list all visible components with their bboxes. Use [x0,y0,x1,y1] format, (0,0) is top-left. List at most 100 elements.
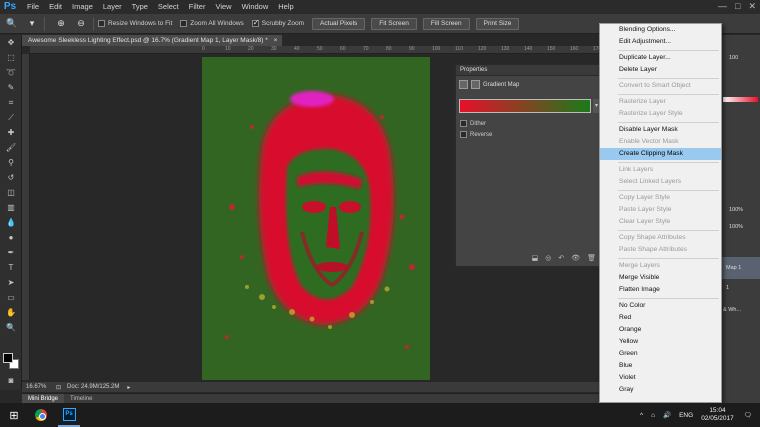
fill-screen-button[interactable]: Fill Screen [422,17,470,30]
context-menu-item[interactable]: Violet [600,372,721,384]
clone-stamp-tool-icon[interactable]: ⚲ [0,155,22,170]
quick-select-tool-icon[interactable]: ✎ [0,80,22,95]
type-tool-icon[interactable]: T [0,260,22,275]
menu-file[interactable]: File [27,0,39,14]
chrome-taskbar-button[interactable] [30,403,52,427]
print-size-button[interactable]: Print Size [475,17,520,30]
eyedropper-tool-icon[interactable]: ⟋ [0,110,22,125]
quick-mask-icon[interactable]: ◙ [0,373,22,388]
menu-edit[interactable]: Edit [49,0,62,14]
close-button[interactable]: ✕ [748,1,756,12]
context-menu-item[interactable]: Orange [600,324,721,336]
context-menu-item[interactable]: Disable Layer Mask [600,124,721,136]
notification-icon[interactable]: 🗨 [744,411,752,419]
zoom-tool-icon[interactable]: 🔍 [4,17,20,31]
move-tool-icon[interactable]: ✥ [0,35,22,50]
layer-label: 1 [726,285,730,291]
minimize-button[interactable]: — [718,1,727,12]
menu-window[interactable]: Window [242,0,269,14]
context-menu-item[interactable]: Duplicate Layer... [600,52,721,64]
context-menu-item[interactable]: Create Clipping Mask [600,148,721,160]
volume-icon[interactable]: 🔊 [663,411,671,419]
fill-field[interactable]: 100% [729,224,743,230]
context-menu-item[interactable]: Blue [600,360,721,372]
tab-timeline[interactable]: Timeline [64,396,98,402]
context-menu-item[interactable]: Gray [600,384,721,396]
pen-tool-icon[interactable]: ✒ [0,245,22,260]
context-menu-item[interactable]: No Color [600,300,721,312]
chevron-up-icon[interactable]: ^ [640,412,643,419]
color-ramp[interactable] [723,97,758,102]
dither-checkbox[interactable]: Dither [460,120,486,127]
crop-tool-icon[interactable]: ⌗ [0,95,22,110]
dodge-tool-icon[interactable]: ● [0,230,22,245]
fit-screen-button[interactable]: Fit Screen [371,17,417,30]
windows-start-icon[interactable]: ⊞ [4,403,24,427]
ruler-tick-label: 160 [570,46,579,52]
menu-view[interactable]: View [215,0,231,14]
chevron-down-icon[interactable]: ▾ [24,17,40,31]
menu-separator [618,189,719,191]
menu-image[interactable]: Image [72,0,93,14]
context-menu-item[interactable]: Yellow [600,336,721,348]
trash-icon[interactable]: 🗑 [587,254,596,262]
export-icon[interactable]: ⊡ [56,384,61,391]
document-tab[interactable]: Awesome Sleekless Lighting Effect.psd @ … [22,35,282,46]
foreground-color-swatch[interactable] [3,353,13,363]
eraser-tool-icon[interactable]: ◫ [0,185,22,200]
language-indicator[interactable]: ENG [679,412,693,419]
network-icon[interactable]: ⌂ [651,412,655,419]
maximize-button[interactable]: □ [735,1,740,12]
context-menu-item[interactable]: Merge Visible [600,272,721,284]
zoom-tool-icon[interactable]: 🔍 [0,320,22,335]
context-menu-item[interactable]: Blending Options... [600,24,721,36]
lasso-tool-icon[interactable]: ➰ [0,65,22,80]
clock[interactable]: 15:04 02/05/2017 [701,407,734,423]
ruler-tick-label: 70 [363,46,369,52]
healing-brush-tool-icon[interactable]: ✚ [0,125,22,140]
marquee-tool-icon[interactable]: ⬚ [0,50,22,65]
selected-layer-row[interactable]: Map 1 [722,257,760,279]
zoom-level[interactable]: 16.67% [26,384,56,390]
path-selection-tool-icon[interactable]: ➤ [0,275,22,290]
zoom-in-icon[interactable]: ⊕ [53,17,69,31]
history-brush-tool-icon[interactable]: ↺ [0,170,22,185]
context-menu-item[interactable]: Edit Adjustment... [600,36,721,48]
visibility-icon[interactable]: 👁 [571,254,580,262]
view-previous-icon[interactable]: ◎ [545,254,551,262]
context-menu-item[interactable]: Green [600,348,721,360]
clip-to-layer-icon[interactable]: ⬓ [532,254,539,262]
menu-separator [618,257,719,259]
reverse-checkbox[interactable]: Reverse [460,131,492,138]
color-swatches[interactable] [3,353,19,369]
blur-tool-icon[interactable]: 💧 [0,215,22,230]
resize-windows-checkbox[interactable]: Resize Windows to Fit [98,20,172,27]
brush-tool-icon[interactable]: 🖌 [0,140,22,155]
zoom-all-windows-checkbox[interactable]: Zoom All Windows [180,20,244,27]
reset-icon[interactable]: ↶ [558,254,564,262]
chevron-right-icon[interactable]: ▸ [127,384,130,391]
menu-select[interactable]: Select [158,0,179,14]
opacity-value[interactable]: 100 [729,55,738,61]
gradient-preview[interactable] [459,99,591,113]
tab-mini-bridge[interactable]: Mini Bridge [22,393,65,404]
opacity-field[interactable]: 100% [729,207,743,213]
ruler-tick-label: 30 [271,46,277,52]
menu-help[interactable]: Help [278,0,293,14]
gradient-tool-icon[interactable]: ▥ [0,200,22,215]
menu-filter[interactable]: Filter [189,0,206,14]
photoshop-taskbar-button[interactable]: Ps [58,403,80,427]
mask-icon[interactable] [471,80,480,89]
actual-pixels-button[interactable]: Actual Pixels [312,17,366,30]
menu-separator [618,121,719,123]
scrubby-zoom-checkbox[interactable]: Scrubby Zoom [251,18,304,27]
zoom-out-icon[interactable]: ⊖ [73,17,89,31]
menu-layer[interactable]: Layer [103,0,122,14]
context-menu-item[interactable]: Flatten Image [600,284,721,296]
hand-tool-icon[interactable]: ✋ [0,305,22,320]
close-icon[interactable]: × [274,37,278,44]
context-menu-item[interactable]: Red [600,312,721,324]
shape-tool-icon[interactable]: ▭ [0,290,22,305]
menu-type[interactable]: Type [132,0,148,14]
context-menu-item[interactable]: Delete Layer [600,64,721,76]
